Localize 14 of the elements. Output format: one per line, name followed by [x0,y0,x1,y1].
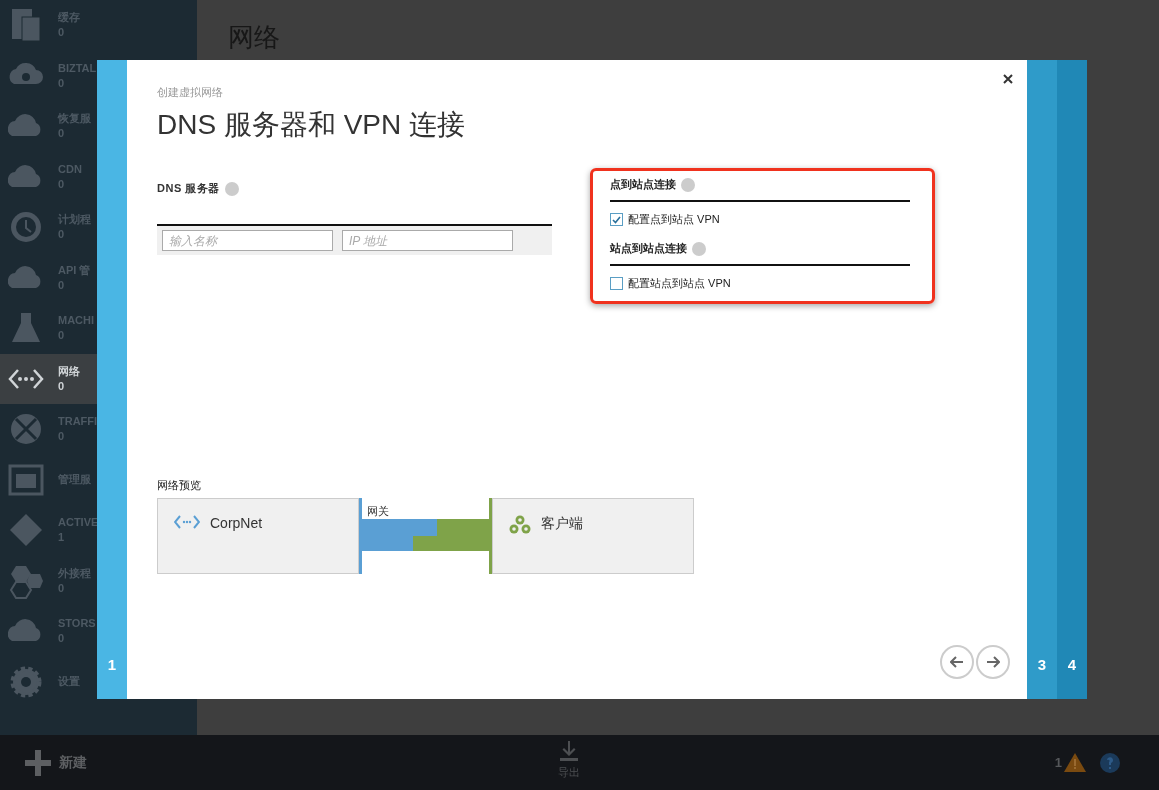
dialog-subtitle: 创建虚拟网络 [157,85,224,100]
checkbox-label: 配置站点到站点 VPN [628,276,731,291]
checkbox-label: 配置点到站点 VPN [628,212,720,227]
item-count: 0 [58,378,66,394]
item-label: 网络 [58,363,80,379]
alert-count: 1 [1054,755,1062,770]
section-title: 站点到站点连接 [610,241,687,256]
dialog-title: DNS 服务器和 VPN 连接 [157,108,467,142]
section-title: 点到站点连接 [610,177,676,192]
preview-label: 网络预览 [157,478,202,493]
gateway-label: 网关 [366,504,390,519]
client-node: 客户端 [492,498,694,574]
network-node: CorpNet [157,498,359,574]
dns-label: DNS 服务器 [157,181,220,196]
